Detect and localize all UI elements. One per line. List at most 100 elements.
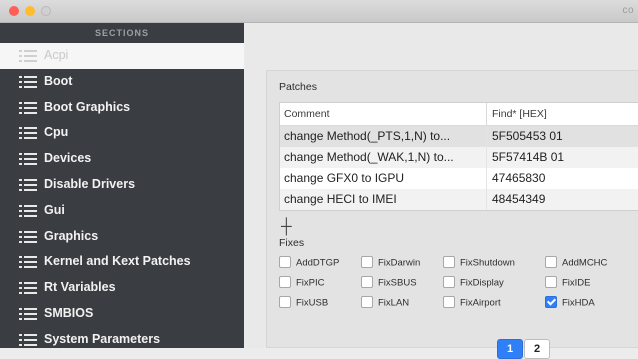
title-bar: co <box>0 0 638 23</box>
sidebar-item-label: Acpi <box>44 48 69 62</box>
sidebar-item-label: Kernel and Kext Patches <box>44 254 191 269</box>
column-header-find[interactable]: Find* [HEX] <box>486 103 547 125</box>
table-row[interactable]: change Method(_PTS,1,N) to... 5F505453 01 <box>280 126 638 147</box>
sidebar-item-label: Boot Graphics <box>44 99 131 114</box>
cell-find[interactable]: 5F57414B 01 <box>486 147 564 168</box>
fix-label: FixDarwin <box>378 257 421 269</box>
fix-label: FixPIC <box>296 277 325 289</box>
checkbox-icon[interactable] <box>279 256 291 268</box>
fix-checkbox-fixhda[interactable]: FixHDA <box>545 296 595 311</box>
table-row[interactable]: change GFX0 to IGPU 47465830 <box>280 168 638 189</box>
fix-checkbox-fixsbus[interactable]: FixSBUS <box>361 276 417 291</box>
checkbox-icon[interactable] <box>545 256 557 268</box>
table-header-row: Comment Find* [HEX] <box>280 103 638 126</box>
list-icon <box>19 282 37 295</box>
cell-comment[interactable]: change HECI to IMEI <box>284 189 480 210</box>
sidebar-item-gui[interactable]: Gui <box>0 198 244 224</box>
fix-checkbox-fixdisplay[interactable]: FixDisplay <box>443 276 504 291</box>
list-icon <box>19 204 37 217</box>
list-icon <box>19 333 37 346</box>
fix-label: FixIDE <box>562 277 591 289</box>
fixes-label: Fixes <box>279 237 305 249</box>
sidebar-item-system-parameters[interactable]: System Parameters <box>0 327 244 348</box>
list-icon <box>19 307 37 320</box>
fix-checkbox-adddtgp[interactable]: AddDTGP <box>279 256 340 271</box>
sidebar-item-kernel-and-kext-patches[interactable]: Kernel and Kext Patches <box>0 249 244 275</box>
cell-comment[interactable]: change Method(_PTS,1,N) to... <box>284 126 480 147</box>
cell-find[interactable]: 47465830 <box>486 168 545 189</box>
table-row[interactable]: change Method(_WAK,1,N) to... 5F57414B 01 <box>280 147 638 168</box>
fix-checkbox-fixide[interactable]: FixIDE <box>545 276 591 291</box>
checkbox-icon[interactable] <box>443 276 455 288</box>
list-icon <box>19 50 37 62</box>
fix-checkbox-addmchc[interactable]: AddMCHC <box>545 256 608 271</box>
fix-label: FixShutdown <box>460 257 515 269</box>
sidebar-item-boot-graphics[interactable]: Boot Graphics <box>0 95 244 121</box>
fix-checkbox-fixpic[interactable]: FixPIC <box>279 276 325 291</box>
column-header-comment[interactable]: Comment <box>284 103 480 125</box>
table-row[interactable]: change HECI to IMEI 48454349 <box>280 189 638 210</box>
sidebar-item-cpu[interactable]: Cpu <box>0 120 244 146</box>
fix-label: FixSBUS <box>378 277 417 289</box>
patches-table: Comment Find* [HEX] change Method(_PTS,1… <box>279 102 638 211</box>
sidebar-item-boot[interactable]: Boot <box>0 69 244 95</box>
list-icon <box>19 101 37 114</box>
sidebar-item-label: Rt Variables <box>44 280 116 295</box>
sidebar-item-label: Devices <box>44 151 92 166</box>
checkbox-icon[interactable] <box>361 276 373 288</box>
cell-find[interactable]: 5F505453 01 <box>486 126 563 147</box>
sections-sidebar: SECTIONS Acpi Boot Boot Graphics Cpu Devices… <box>0 23 244 348</box>
sidebar-item-label: Cpu <box>44 125 69 140</box>
checkbox-icon[interactable] <box>443 296 455 308</box>
list-icon <box>19 75 37 88</box>
cell-comment[interactable]: change Method(_WAK,1,N) to... <box>284 147 480 168</box>
fix-label: FixDisplay <box>460 277 504 289</box>
move-cross-icon[interactable]: ┼ <box>281 219 292 234</box>
list-icon <box>19 178 37 191</box>
fix-checkbox-fixdarwin[interactable]: FixDarwin <box>361 256 421 271</box>
window-title: co <box>622 5 634 16</box>
minimize-window-button[interactable] <box>25 6 35 16</box>
checkbox-icon[interactable] <box>361 296 373 308</box>
checkbox-icon[interactable] <box>545 276 557 288</box>
page-button-1[interactable]: 1 <box>497 339 523 359</box>
checkbox-icon[interactable] <box>443 256 455 268</box>
zoom-window-button[interactable] <box>41 6 51 16</box>
close-window-button[interactable] <box>9 6 19 16</box>
fix-label: FixAirport <box>460 297 501 309</box>
sidebar-item-disable-drivers[interactable]: Disable Drivers <box>0 172 244 198</box>
checkbox-icon[interactable] <box>279 296 291 308</box>
fix-checkbox-fixshutdown[interactable]: FixShutdown <box>443 256 515 271</box>
main-content: Patches Comment Find* [HEX] change Metho… <box>245 23 638 359</box>
checked-box-icon[interactable] <box>545 296 557 308</box>
sidebar-item-label: Boot <box>44 73 73 88</box>
fix-checkbox-fixlan[interactable]: FixLAN <box>361 296 410 311</box>
fix-label: FixLAN <box>378 297 410 309</box>
cell-comment[interactable]: change GFX0 to IGPU <box>284 168 480 189</box>
sidebar-item-label: SMBIOS <box>44 305 94 320</box>
sidebar-item-acpi[interactable]: Acpi <box>0 43 244 69</box>
cell-find[interactable]: 48454349 <box>486 189 545 210</box>
fix-checkbox-fixusb[interactable]: FixUSB <box>279 296 329 311</box>
page-button-2[interactable]: 2 <box>524 339 550 359</box>
sidebar-item-devices[interactable]: Devices <box>0 146 244 172</box>
fix-label: FixUSB <box>296 297 329 309</box>
sidebar-item-label: Disable Drivers <box>44 176 136 191</box>
sidebar-item-rt-variables[interactable]: Rt Variables <box>0 275 244 301</box>
sidebar-item-label: Graphics <box>44 228 99 243</box>
checkbox-icon[interactable] <box>361 256 373 268</box>
sidebar-item-graphics[interactable]: Graphics <box>0 224 244 250</box>
fix-label: FixHDA <box>562 297 595 309</box>
checkbox-icon[interactable] <box>279 276 291 288</box>
sidebar-list: Acpi Boot Boot Graphics Cpu Devices Disable D… <box>0 43 244 348</box>
fix-checkbox-fixairport[interactable]: FixAirport <box>443 296 501 311</box>
acpi-panel: Patches Comment Find* [HEX] change Metho… <box>266 70 638 348</box>
sidebar-item-smbios[interactable]: SMBIOS <box>0 301 244 327</box>
list-icon <box>19 127 37 140</box>
sidebar-item-label: System Parameters <box>44 331 161 346</box>
list-icon <box>19 256 37 269</box>
fix-label: AddMCHC <box>562 257 608 269</box>
fix-label: AddDTGP <box>296 257 340 269</box>
sidebar-item-label: Gui <box>44 202 65 217</box>
patches-label: Patches <box>279 81 317 93</box>
